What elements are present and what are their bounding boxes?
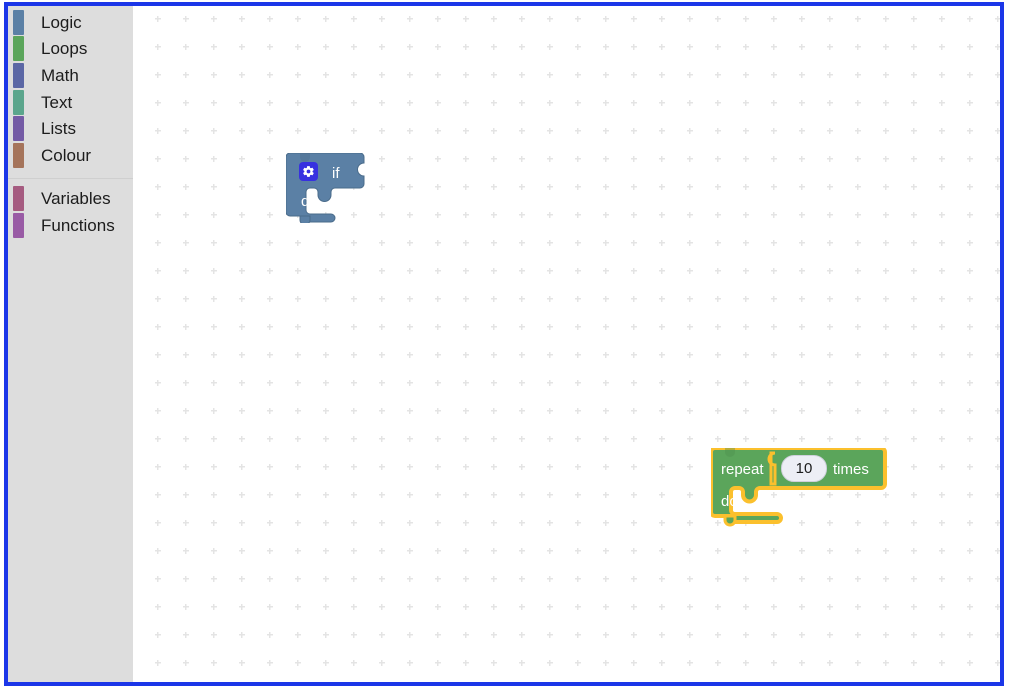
toolbox-category-loops[interactable]: Loops <box>8 36 133 63</box>
toolbox-category-label: Loops <box>41 39 88 59</box>
toolbox-separator <box>8 177 133 179</box>
category-swatch-icon <box>13 36 24 62</box>
toolbox-category-label: Math <box>41 65 79 85</box>
toolbox-category-label: Logic <box>41 12 82 32</box>
repeat-count-input[interactable]: 10 <box>781 455 827 482</box>
toolbox-category-text[interactable]: Text <box>8 89 133 116</box>
toolbox-category-label: Variables <box>41 189 111 209</box>
if-block-label: if <box>332 165 340 182</box>
category-swatch-icon <box>13 116 24 142</box>
toolbox-category-label: Text <box>41 92 73 112</box>
blockly-workspace-canvas[interactable]: if do repeat 10 times do <box>8 6 1000 682</box>
block-controls-repeat[interactable]: repeat 10 times do <box>711 448 896 528</box>
block-controls-if[interactable]: if do <box>286 153 368 223</box>
category-swatch-icon <box>13 9 24 35</box>
toolbox-category-functions[interactable]: Functions <box>8 212 133 239</box>
if-block-do-label: do <box>301 193 318 210</box>
toolbox-category-variables[interactable]: Variables <box>8 186 133 213</box>
workspace-grid-overlay <box>8 6 1000 682</box>
category-swatch-icon <box>13 62 24 88</box>
toolbox-category-label: Functions <box>41 215 115 235</box>
category-swatch-icon <box>13 89 24 115</box>
toolbox-category-label: Colour <box>41 145 92 165</box>
toolbox-category-colour[interactable]: Colour <box>8 142 133 169</box>
category-swatch-icon <box>13 186 24 212</box>
toolbox-category-math[interactable]: Math <box>8 62 133 89</box>
toolbox-category-label: Lists <box>41 119 76 139</box>
repeat-block-times-label: times <box>833 461 869 478</box>
toolbox-category-lists[interactable]: Lists <box>8 115 133 142</box>
gear-icon[interactable] <box>299 162 318 181</box>
toolbox-sidebar[interactable]: Logic Loops Math Text Lists Colour Varia… <box>8 6 133 682</box>
category-swatch-icon <box>13 142 24 168</box>
toolbox-category-logic[interactable]: Logic <box>8 9 133 36</box>
blockly-app-frame: if do repeat 10 times do Logic Loops Mat… <box>4 2 1004 686</box>
category-swatch-icon <box>13 212 24 238</box>
repeat-block-label: repeat <box>721 461 764 478</box>
repeat-block-do-label: do <box>721 493 738 510</box>
